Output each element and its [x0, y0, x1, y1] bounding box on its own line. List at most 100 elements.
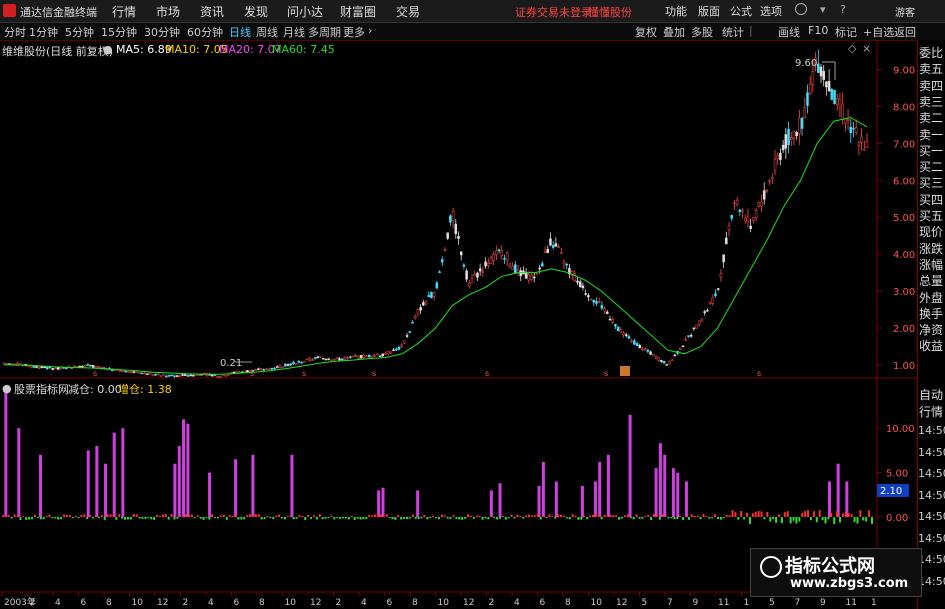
flow-tick [118, 514, 121, 517]
formula-button[interactable]: 公式 [730, 3, 752, 19]
reduce-label: 减仓: 0.00 [68, 383, 122, 396]
tab-monthly[interactable]: 月线 [283, 24, 305, 40]
tab-daily[interactable]: 日线 [229, 24, 251, 40]
quote-item[interactable]: 买四 [919, 191, 943, 208]
candle-body [689, 335, 693, 337]
quote-item[interactable]: 外盘 [919, 289, 943, 306]
tab-1min[interactable]: 1分钟 [29, 24, 58, 40]
candle-body [332, 358, 336, 361]
tab-60min[interactable]: 60分钟 [187, 24, 223, 40]
f10-button[interactable]: F10 [808, 24, 828, 37]
options-button[interactable]: 选项 [760, 3, 782, 19]
help-icon[interactable]: ? [840, 3, 846, 16]
candle-body [700, 318, 704, 322]
event-marker: s [250, 369, 254, 378]
tab-5min[interactable]: 5分钟 [65, 24, 94, 40]
flow-tick [170, 514, 173, 517]
add-watchlist-button[interactable]: +自选 [863, 24, 894, 40]
quote-item[interactable]: 行情 [919, 403, 943, 420]
tab-timeshare[interactable]: 分时 [4, 24, 26, 40]
indicator-bar [173, 463, 177, 517]
quote-item[interactable]: 买五 [919, 207, 943, 224]
flow-tick [269, 517, 272, 519]
quote-item[interactable]: 总量 [919, 272, 943, 289]
quote-item[interactable]: 卖五 [919, 60, 943, 77]
quote-item[interactable]: 卖一 [919, 126, 943, 143]
flow-tick [670, 517, 673, 519]
flow-tick [807, 510, 810, 517]
quote-item[interactable]: 换手 [919, 305, 943, 322]
candle-body [346, 357, 349, 359]
tab-30min[interactable]: 30分钟 [144, 24, 180, 40]
menu-wealth[interactable]: 财富圈 [340, 3, 376, 20]
candle-body [643, 348, 647, 351]
indicator-bar [684, 481, 688, 517]
x-tick-label: 1 [744, 598, 750, 608]
stats-button[interactable]: 统计 [722, 24, 744, 40]
function-button[interactable]: 功能 [665, 3, 687, 19]
multi-stock-button[interactable]: 多股 [691, 24, 713, 40]
menu-quotes[interactable]: 行情 [112, 3, 136, 20]
quote-item[interactable]: 净资 [919, 321, 943, 338]
menu-ask[interactable]: 问小达 [287, 3, 323, 20]
flow-tick [138, 517, 141, 519]
overlay-button[interactable]: 叠加 [663, 24, 685, 40]
candle-body [8, 363, 11, 365]
indicator-name[interactable]: 股票指标网 [14, 381, 69, 397]
candle-body [762, 190, 766, 200]
tab-more[interactable]: 更多 [343, 24, 365, 40]
flow-tick [310, 517, 313, 519]
menu-news[interactable]: 资讯 [200, 3, 224, 20]
quote-item[interactable]: 买一 [919, 142, 943, 159]
flow-tick [2, 515, 4, 517]
quote-item[interactable]: 卖三 [919, 93, 943, 110]
flow-tick [597, 514, 600, 517]
quote-item[interactable]: 卖二 [919, 109, 943, 126]
adjust-button[interactable]: 复权 [635, 24, 657, 40]
flow-tick [342, 517, 345, 519]
candle-body [403, 340, 406, 344]
candle-body [192, 374, 195, 377]
quote-item[interactable]: 收益 [919, 337, 943, 354]
login-warning[interactable]: 证券交易未登录 [515, 4, 592, 20]
tab-15min[interactable]: 15分钟 [101, 24, 137, 40]
quote-item[interactable]: 买三 [919, 174, 943, 191]
quote-item[interactable]: 委比 [919, 44, 943, 61]
tab-weekly[interactable]: 周线 [256, 24, 278, 40]
guest-label[interactable]: 游客 [895, 4, 915, 19]
candle-body [597, 301, 601, 303]
quote-item[interactable]: 自动 [919, 386, 943, 403]
menu-discover[interactable]: 发现 [244, 3, 268, 20]
indicator-settings-icon[interactable]: ● [2, 382, 12, 395]
quote-item[interactable]: 涨幅 [919, 256, 943, 273]
quote-item[interactable]: 卖四 [919, 77, 943, 94]
flow-tick [658, 517, 661, 520]
candle-body [284, 363, 287, 367]
chart-area[interactable]: 9.008.007.006.005.004.003.002.001.00 10.… [0, 40, 917, 609]
flow-tick [693, 515, 696, 517]
flow-tick [304, 517, 307, 520]
candle-body [327, 358, 330, 360]
quote-item[interactable]: 现价 [919, 223, 943, 240]
flow-tick [679, 515, 682, 517]
candle-body [254, 369, 257, 371]
quote-item[interactable]: 买二 [919, 158, 943, 175]
layout-button[interactable]: 版面 [698, 3, 720, 19]
flow-tick [42, 517, 45, 519]
menu-icon[interactable] [795, 3, 807, 15]
menu-trade[interactable]: 交易 [396, 3, 420, 20]
flow-tick [818, 510, 821, 517]
menu-market[interactable]: 市场 [156, 3, 180, 20]
flow-tick [589, 515, 592, 517]
down-arrow-icon[interactable]: ▾ [820, 3, 826, 16]
flow-tick [501, 515, 504, 517]
back-button[interactable]: 返回 [894, 24, 916, 40]
flow-tick [379, 514, 382, 517]
quote-item[interactable]: 涨跌 [919, 240, 943, 257]
flow-tick [827, 517, 830, 520]
flow-tick [609, 514, 612, 517]
mark-button[interactable]: 标记 [835, 24, 857, 40]
chevron-right-icon[interactable]: › [368, 24, 372, 37]
draw-button[interactable]: 画线 [778, 24, 800, 40]
tab-multi-period[interactable]: 多周期 [308, 24, 341, 40]
